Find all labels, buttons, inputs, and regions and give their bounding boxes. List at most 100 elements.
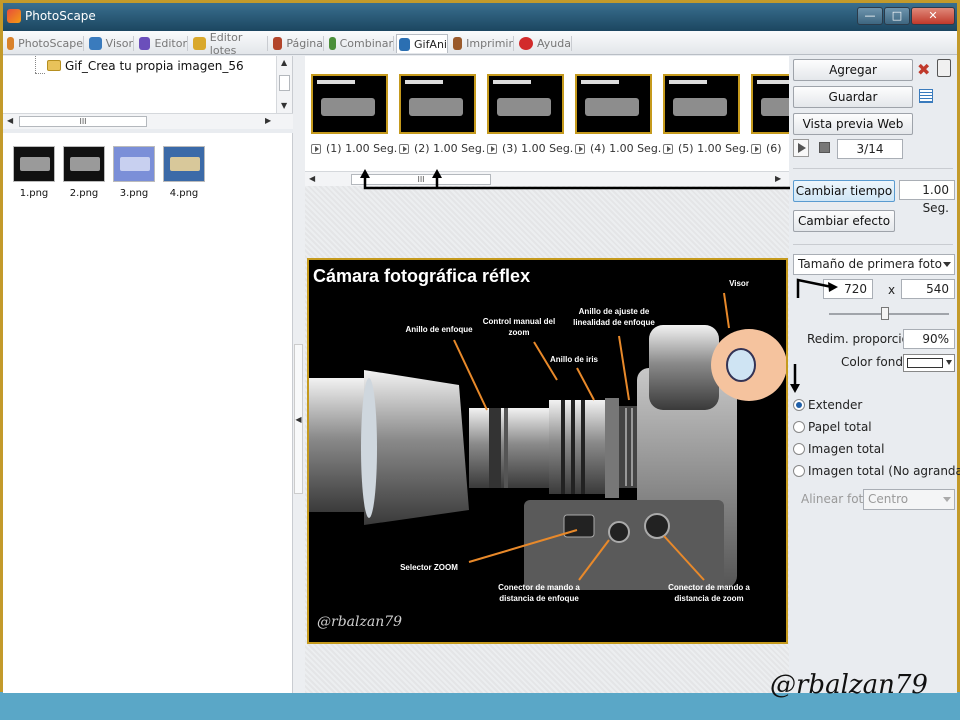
- scroll-up-icon[interactable]: ▲: [281, 58, 287, 67]
- file-name: 3.png: [119, 188, 149, 199]
- width-input[interactable]: 720: [823, 279, 873, 299]
- file-thumbnail: [13, 146, 55, 182]
- label-visor: Visor: [729, 279, 749, 288]
- tab-ayuda[interactable]: Ayuda: [517, 34, 571, 53]
- trash-icon[interactable]: [937, 59, 951, 77]
- label-selector-zoom: Selector ZOOM: [400, 563, 458, 572]
- tab-editor[interactable]: Editor: [137, 34, 187, 53]
- frame-play-icon[interactable]: [399, 143, 409, 154]
- radio-papel-total[interactable]: [793, 421, 805, 433]
- resize-slider-track[interactable]: [829, 313, 949, 315]
- radio-label: Imagen total: [808, 442, 885, 456]
- vista-previa-web-button[interactable]: Vista previa Web: [793, 113, 913, 135]
- redim-input[interactable]: 90%: [903, 329, 955, 349]
- label-anillo-enfoque: Anillo de enfoque: [405, 325, 473, 334]
- tab-label: Imprimir: [466, 37, 513, 50]
- folder-name[interactable]: Gif_Crea tu propia imagen_56: [65, 59, 244, 73]
- tiempo-input[interactable]: 1.00 Seg.: [899, 180, 955, 215]
- scroll-left-icon[interactable]: ◀: [309, 174, 315, 183]
- list-icon[interactable]: [919, 89, 933, 103]
- label-conector-enfoque: Conector de mando a distancia de enfoque: [498, 583, 580, 603]
- tab-combinar[interactable]: Combinar: [327, 34, 393, 53]
- editor-icon: [139, 37, 151, 50]
- scroll-left-icon[interactable]: ◀: [7, 116, 13, 125]
- tab-label: Combinar: [339, 37, 393, 50]
- frame-duration: (4) 1.00 Seg.: [590, 142, 662, 155]
- tree-vertical-scrollbar[interactable]: ▲ ▼: [276, 56, 292, 116]
- file-item[interactable]: 3.png: [111, 142, 157, 199]
- frames-horizontal-scrollbar[interactable]: ◀ III ▶: [305, 171, 789, 186]
- window-title: PhotoScape: [25, 9, 96, 23]
- tab-visor[interactable]: Visor: [87, 34, 133, 53]
- radio-imagen-total-no-agrandada[interactable]: [793, 465, 805, 477]
- frame-play-icon[interactable]: [487, 143, 497, 154]
- frame-play-icon[interactable]: [575, 143, 585, 154]
- frame-item[interactable]: (1) 1.00 Seg.: [311, 74, 397, 170]
- guardar-button[interactable]: Guardar: [793, 86, 913, 108]
- frame-item[interactable]: (2) 1.00 Seg.: [399, 74, 485, 170]
- scroll-right-icon[interactable]: ▶: [265, 116, 271, 125]
- file-name: 4.png: [169, 188, 199, 199]
- frame-thumbnail: [487, 74, 564, 134]
- file-browser: 1.png 2.png 3.png 4.png: [3, 133, 293, 693]
- file-item[interactable]: 1.png: [11, 142, 57, 199]
- scroll-right-icon[interactable]: ▶: [775, 174, 781, 183]
- tab-photoscape[interactable]: PhotoScape: [5, 34, 83, 53]
- cambiar-tiempo-button[interactable]: Cambiar tiempo: [793, 180, 895, 202]
- radio-imagen-total[interactable]: [793, 443, 805, 455]
- frame-thumbnail: [575, 74, 652, 134]
- chevron-down-icon: [943, 262, 951, 267]
- height-input[interactable]: 540: [901, 279, 955, 299]
- print-icon: [453, 37, 463, 50]
- gif-settings-panel: Agregar ✖ Guardar Vista previa Web 3/14 …: [789, 56, 960, 693]
- frame-thumbnail: [663, 74, 740, 134]
- frame-item[interactable]: (6): [751, 74, 789, 170]
- alinear-select[interactable]: Centro: [863, 489, 955, 510]
- scroll-thumb[interactable]: III: [19, 116, 147, 127]
- tab-gifani[interactable]: GifAni: [396, 34, 448, 53]
- scroll-down-icon[interactable]: ▼: [281, 101, 287, 110]
- tab-label: Ayuda: [537, 37, 571, 50]
- minimize-button[interactable]: —: [857, 7, 883, 25]
- tab-label: Editor lotes: [209, 30, 243, 57]
- play-icon: [798, 143, 806, 153]
- frame-item[interactable]: (3) 1.00 Seg.: [487, 74, 573, 170]
- file-thumbnail: [163, 146, 205, 182]
- tab-imprimir[interactable]: Imprimir: [451, 34, 513, 53]
- chevron-down-icon: [943, 497, 951, 502]
- scroll-thumb[interactable]: III: [351, 174, 491, 185]
- cambiar-efecto-button[interactable]: Cambiar efecto: [793, 210, 895, 232]
- size-mode-select[interactable]: Tamaño de primera foto: [793, 254, 955, 275]
- radio-extender[interactable]: [793, 399, 805, 411]
- panel-splitter[interactable]: ◀: [293, 56, 305, 693]
- delete-icon[interactable]: ✖: [917, 60, 930, 79]
- frame-item[interactable]: (5) 1.00 Seg.: [663, 74, 749, 170]
- stop-button[interactable]: [819, 142, 830, 153]
- preview-image: Cámara fotográfica réflex Anillo de enfo…: [307, 258, 788, 644]
- label-control-manual: Control manual del zoom: [482, 317, 556, 337]
- frame-play-icon[interactable]: [311, 143, 321, 154]
- frame-play-icon[interactable]: [751, 143, 761, 154]
- color-fondo-picker[interactable]: [903, 354, 955, 372]
- file-item[interactable]: 2.png: [61, 142, 107, 199]
- preview-watermark: @rbalzan79: [317, 614, 403, 630]
- help-icon: [519, 37, 533, 50]
- frame-thumbnail: [311, 74, 388, 134]
- agregar-button[interactable]: Agregar: [793, 59, 913, 81]
- close-button[interactable]: ✕: [911, 7, 955, 25]
- tab-pagina[interactable]: Página: [271, 34, 323, 53]
- maximize-button[interactable]: □: [884, 7, 910, 25]
- folder-tree: Gif_Crea tu propia imagen_56 ▲ ▼: [3, 56, 293, 116]
- frame-thumbnail: [751, 74, 789, 134]
- tab-label: Página: [286, 37, 323, 50]
- tab-editor-lotes[interactable]: Editor lotes: [191, 31, 267, 57]
- collapse-arrow-icon[interactable]: ◀: [294, 344, 303, 494]
- resize-slider-thumb[interactable]: [881, 307, 889, 320]
- file-item[interactable]: 4.png: [161, 142, 207, 199]
- tab-label: PhotoScape: [18, 37, 83, 50]
- frame-item[interactable]: (4) 1.00 Seg.: [575, 74, 661, 170]
- play-button[interactable]: [793, 139, 809, 157]
- frame-play-icon[interactable]: [663, 143, 673, 154]
- tree-horizontal-scrollbar[interactable]: ◀ III ▶: [3, 113, 293, 129]
- scroll-thumb[interactable]: [279, 75, 290, 91]
